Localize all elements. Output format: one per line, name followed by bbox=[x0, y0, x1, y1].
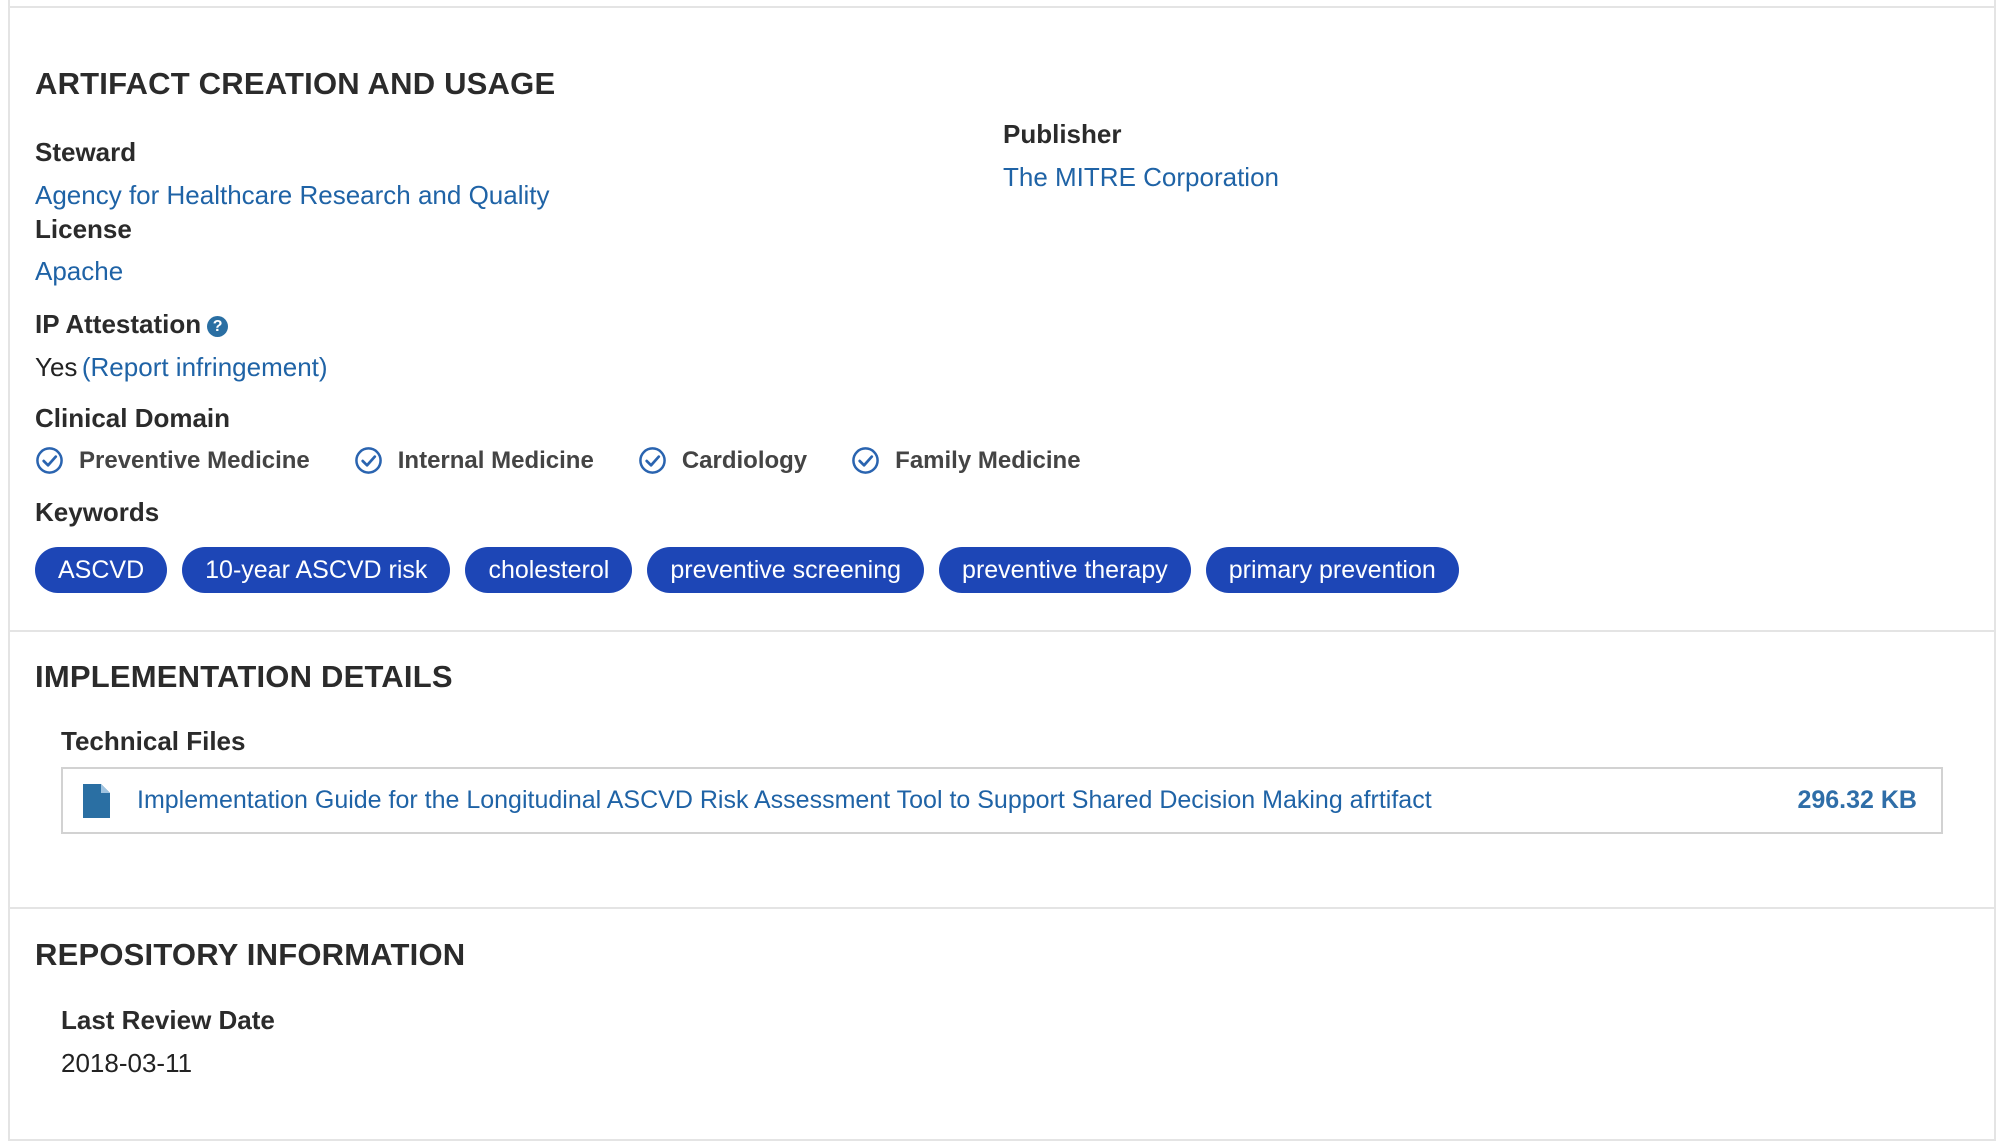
clinical-domain-item: Preventive Medicine bbox=[35, 446, 310, 475]
clinical-domain-item: Family Medicine bbox=[851, 446, 1081, 475]
technical-files-label: Technical Files bbox=[61, 726, 246, 756]
question-circle-icon[interactable]: ? bbox=[207, 316, 229, 337]
license-label: License bbox=[35, 214, 132, 244]
license-link[interactable]: Apache bbox=[35, 256, 123, 287]
top-divider bbox=[8, 6, 1996, 8]
clinical-domain-name: Preventive Medicine bbox=[79, 446, 310, 474]
document-icon bbox=[83, 783, 110, 818]
publisher-label: Publisher bbox=[1003, 119, 1122, 149]
keyword-pill[interactable]: preventive screening bbox=[647, 547, 925, 593]
keyword-pill[interactable]: cholesterol bbox=[465, 547, 633, 593]
keyword-pill[interactable]: primary prevention bbox=[1205, 547, 1459, 593]
report-infringement-link[interactable]: (Report infringement) bbox=[82, 352, 328, 382]
keyword-list: ASCVD 10-year ASCVD risk cholesterol pre… bbox=[35, 547, 1474, 593]
last-review-date-value: 2018-03-11 bbox=[61, 1048, 193, 1078]
clinical-domain-label: Clinical Domain bbox=[35, 403, 231, 433]
file-size: 296.32 KB bbox=[1797, 786, 1917, 814]
check-circle-icon bbox=[638, 447, 666, 474]
check-circle-icon bbox=[354, 447, 382, 474]
steward-label: Steward bbox=[35, 137, 137, 167]
publisher-link[interactable]: The MITRE Corporation bbox=[1003, 162, 1279, 193]
section-title-implementation: IMPLEMENTATION DETAILS bbox=[35, 659, 453, 694]
section-title-artifact-creation: ARTIFACT CREATION AND USAGE bbox=[35, 66, 556, 101]
check-circle-icon bbox=[36, 447, 63, 474]
clinical-domain-item: Cardiology bbox=[638, 446, 807, 475]
panel-right-border bbox=[1994, 0, 1996, 1141]
ip-attestation-text: IP Attestation bbox=[35, 309, 202, 339]
clinical-domain-item: Internal Medicine bbox=[354, 446, 594, 475]
clinical-domain-name: Family Medicine bbox=[895, 446, 1081, 474]
divider-implementation bbox=[8, 630, 1996, 632]
clinical-domain-name: Internal Medicine bbox=[397, 446, 594, 474]
keyword-pill[interactable]: preventive therapy bbox=[939, 547, 1191, 593]
keywords-label: Keywords bbox=[35, 497, 160, 527]
clinical-domain-list: Preventive Medicine Internal Medicine Ca… bbox=[35, 446, 1125, 475]
last-review-date-label: Last Review Date bbox=[61, 1005, 275, 1035]
ip-attestation-value: Yes (Report infringement) bbox=[35, 352, 328, 383]
technical-file-link[interactable]: Implementation Guide for the Longitudina… bbox=[137, 786, 1432, 815]
technical-file-row[interactable]: Implementation Guide for the Longitudina… bbox=[61, 767, 1943, 834]
keyword-pill[interactable]: ASCVD bbox=[35, 547, 168, 593]
section-title-repository: REPOSITORY INFORMATION bbox=[35, 937, 466, 972]
steward-link[interactable]: Agency for Healthcare Research and Quali… bbox=[35, 180, 550, 211]
keyword-pill[interactable]: 10-year ASCVD risk bbox=[182, 547, 451, 593]
ip-attestation-answer: Yes bbox=[35, 352, 78, 382]
check-circle-icon bbox=[852, 447, 879, 474]
clinical-domain-name: Cardiology bbox=[681, 446, 808, 474]
ip-attestation-label: IP Attestation? bbox=[35, 309, 229, 340]
divider-repository bbox=[8, 907, 1996, 909]
panel-left-border bbox=[8, 0, 10, 1141]
